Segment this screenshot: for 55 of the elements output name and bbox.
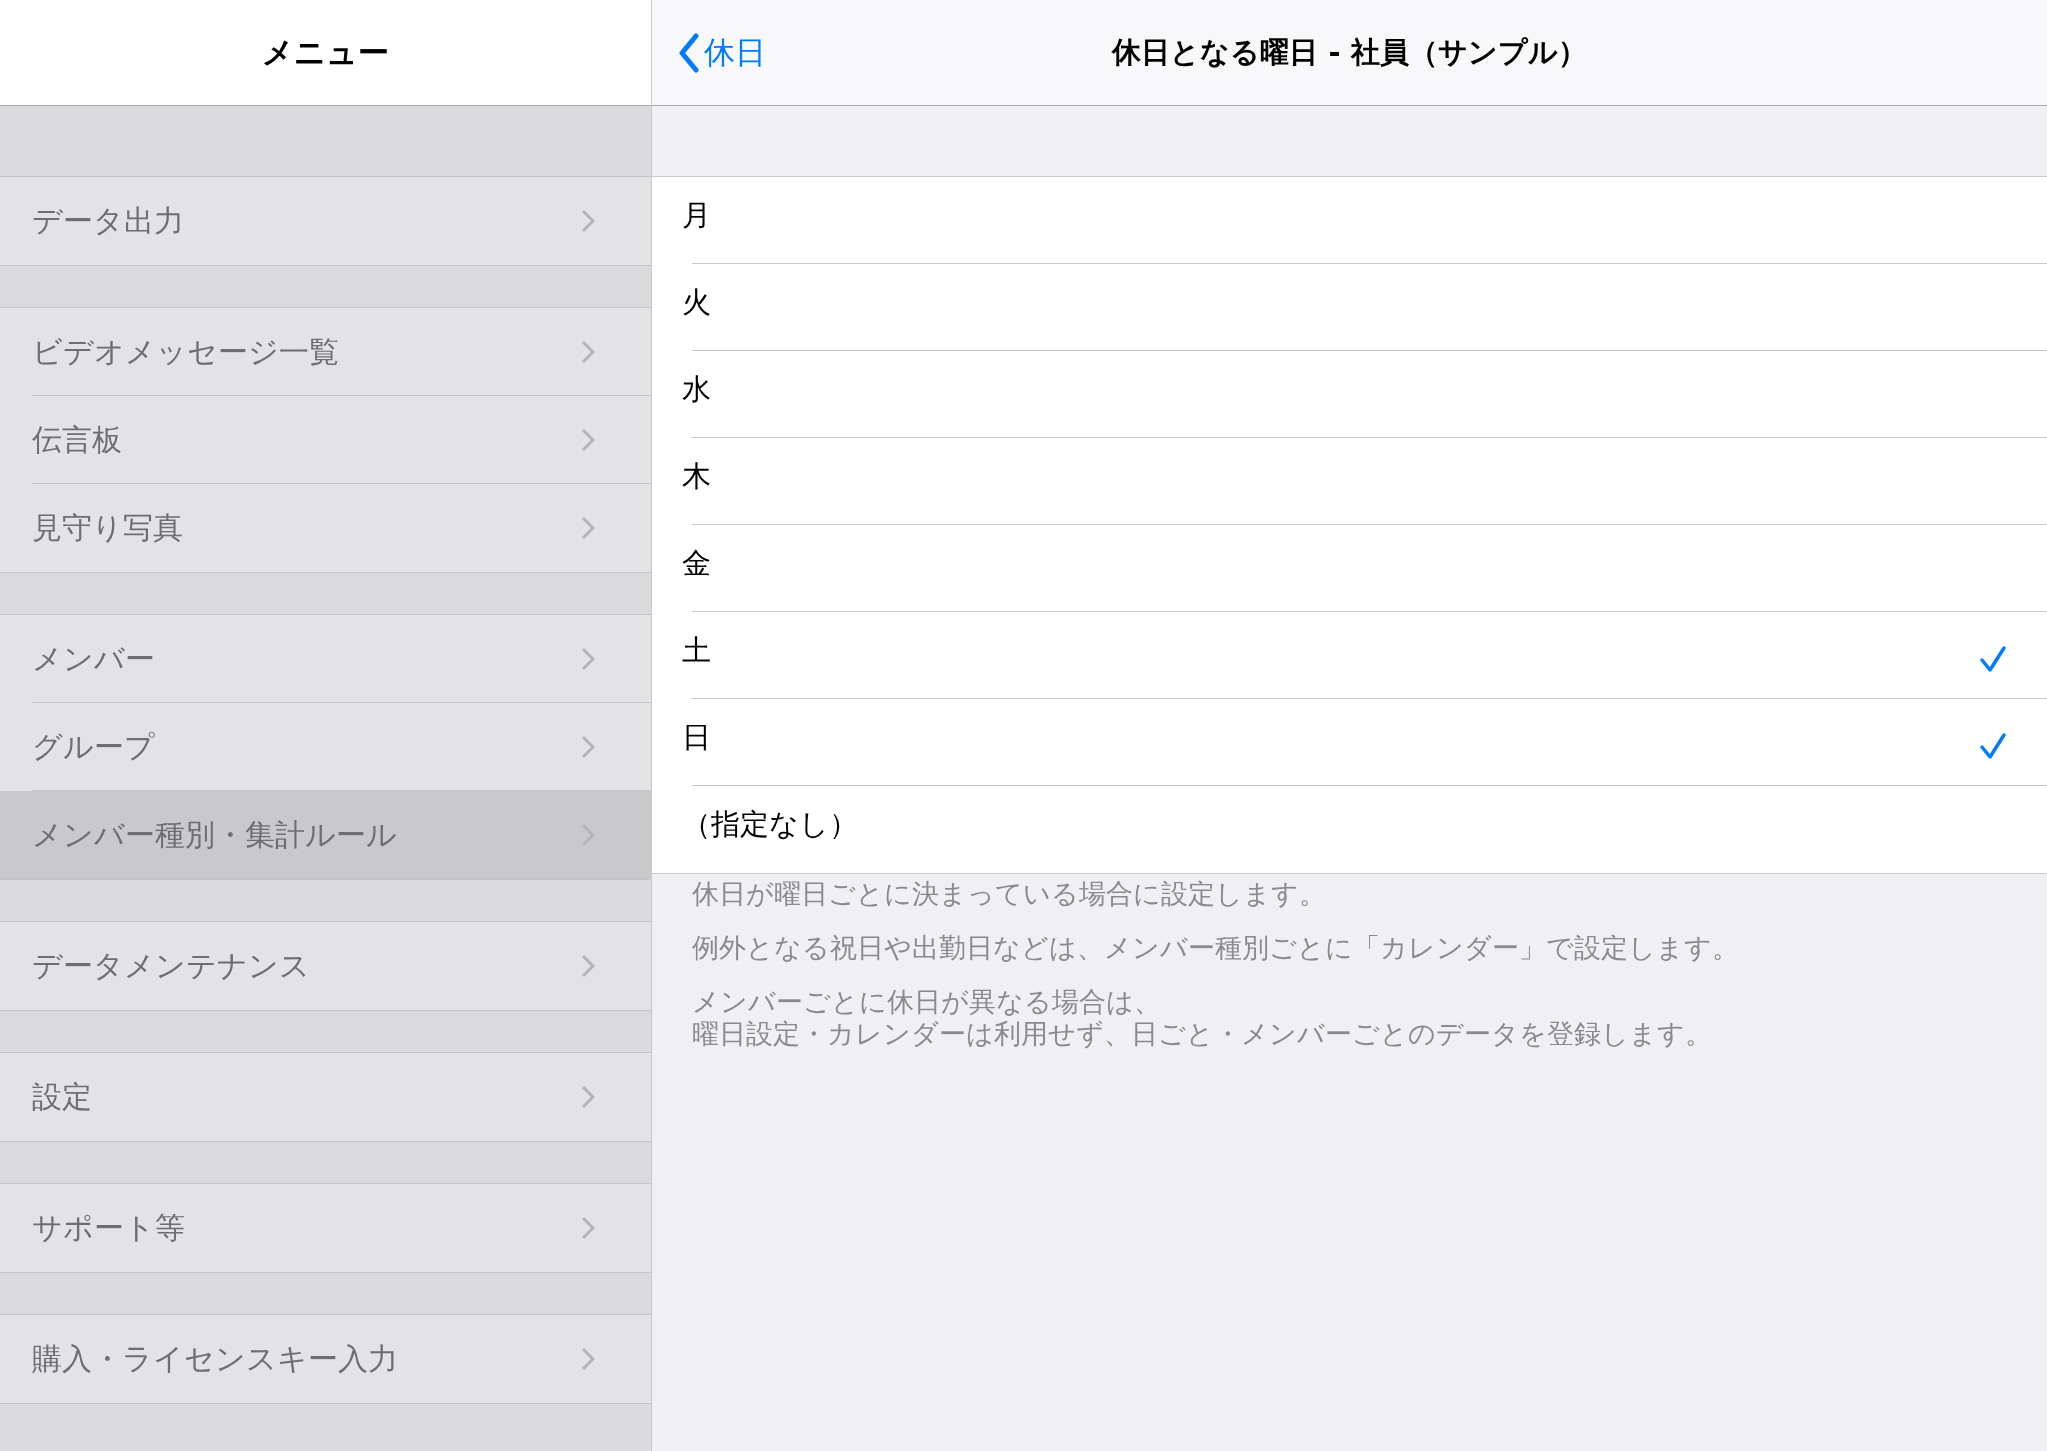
menu-item[interactable]: メンバー	[0, 615, 651, 703]
chevron-right-icon	[581, 735, 595, 759]
menu-item-label: メンバー種別・集計ルール	[32, 815, 398, 854]
weekday-option[interactable]: 日	[652, 699, 2047, 786]
sidebar-title: メニュー	[262, 32, 389, 72]
footer-note: 例外となる祝日や出勤日などは、メンバー種別ごとに「カレンダー」で設定します。	[692, 932, 1740, 964]
menu-item-label: サポート等	[32, 1208, 186, 1247]
menu-item[interactable]: 見守り写真	[0, 484, 651, 572]
menu-item-label: 伝言板	[32, 420, 123, 459]
menu-item-label: 購入・ライセンスキー入力	[32, 1339, 399, 1378]
weekday-label: 月	[682, 196, 712, 234]
weekday-option[interactable]: 金	[652, 525, 2047, 612]
menu-item[interactable]: グループ	[0, 703, 651, 791]
menu-item-label: 見守り写真	[32, 508, 184, 547]
menu-item[interactable]: 購入・ライセンスキー入力	[0, 1315, 651, 1403]
menu-item-label: データ出力	[32, 201, 185, 240]
weekday-option[interactable]: 月	[652, 177, 2047, 264]
menu-item[interactable]: データ出力	[0, 177, 651, 265]
menu-item-label: メンバー	[32, 639, 156, 678]
weekday-option[interactable]: （指定なし）	[652, 786, 2047, 873]
chevron-right-icon	[581, 428, 595, 452]
menu-item[interactable]: 設定	[0, 1053, 651, 1141]
menu-item-label: 設定	[32, 1077, 93, 1116]
chevron-right-icon	[581, 954, 595, 978]
menu-item[interactable]: 伝言板	[0, 396, 651, 484]
weekday-label: 木	[682, 457, 712, 495]
weekday-label: 土	[682, 631, 712, 669]
weekday-label: 金	[682, 544, 712, 582]
weekday-option[interactable]: 火	[652, 264, 2047, 351]
weekday-label: （指定なし）	[682, 805, 859, 843]
page-title: 休日となる曜日 - 社員（サンプル）	[1112, 33, 1587, 71]
menu-item[interactable]: サポート等	[0, 1184, 651, 1272]
footer-note: メンバーごとに休日が異なる場合は、 曜日設定・カレンダーは利用せず、日ごと・メンバーごとのデータを登録します。	[692, 986, 1713, 1050]
menu-item-label: データメンテナンス	[32, 946, 311, 985]
back-button[interactable]: 休日	[678, 31, 766, 74]
chevron-right-icon	[581, 209, 595, 233]
chevron-right-icon	[581, 1085, 595, 1109]
weekday-option[interactable]: 木	[652, 438, 2047, 525]
chevron-right-icon	[581, 516, 595, 540]
chevron-right-icon	[581, 647, 595, 671]
menu-item[interactable]: メンバー種別・集計ルール	[0, 791, 651, 879]
menu-item-label: グループ	[32, 727, 156, 766]
chevron-right-icon	[581, 1347, 595, 1371]
weekday-option[interactable]: 水	[652, 351, 2047, 438]
weekday-label: 日	[682, 718, 712, 756]
menu-item[interactable]: ビデオメッセージ一覧	[0, 308, 651, 396]
back-chevron-icon	[678, 32, 700, 73]
chevron-right-icon	[581, 340, 595, 364]
weekday-label: 水	[682, 370, 712, 408]
menu-item[interactable]: データメンテナンス	[0, 922, 651, 1010]
chevron-right-icon	[581, 1216, 595, 1240]
footer-note: 休日が曜日ごとに決まっている場合に設定します。	[692, 878, 1327, 910]
weekday-option[interactable]: 土	[652, 612, 2047, 699]
menu-item-label: ビデオメッセージ一覧	[32, 332, 340, 371]
weekday-label: 火	[682, 283, 712, 321]
